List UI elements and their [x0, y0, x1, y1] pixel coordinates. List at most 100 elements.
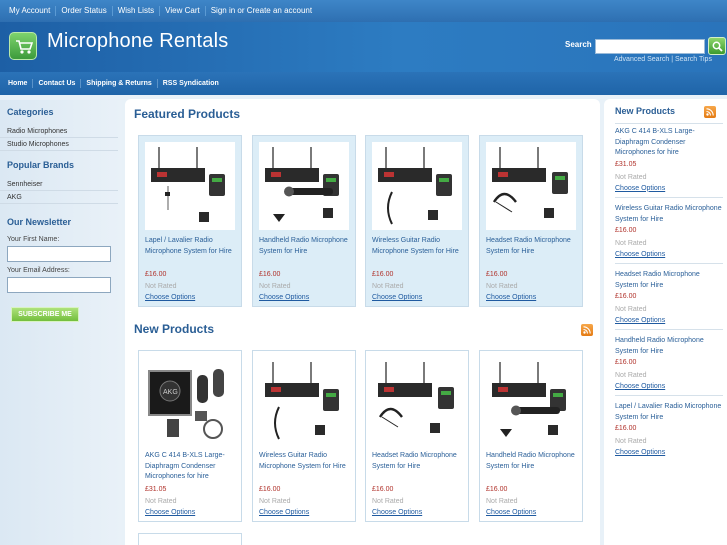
product-card[interactable]	[138, 533, 242, 545]
product-rating: Not Rated	[615, 438, 647, 445]
choose-options-link[interactable]: Choose Options	[366, 508, 468, 518]
product-rating: Not Rated	[145, 283, 177, 290]
advanced-search-link[interactable]: Advanced Search	[614, 56, 669, 63]
category-studio-microphones[interactable]: Studio Microphones	[0, 138, 118, 151]
product-image[interactable]	[486, 357, 576, 445]
right-sidebar: New Products AKG C 414 B-XLS Large-Diaph…	[604, 99, 727, 545]
product-name[interactable]: Lapel / Lavalier Radio Microphone System…	[139, 230, 241, 268]
product-price: £16.00	[259, 271, 281, 278]
product-name[interactable]: Handheld Radio Microphone System for Hir…	[253, 230, 355, 268]
product-card[interactable]: AKG AKG C 414 B-XLS Large-Diaphragm Cond…	[138, 350, 242, 522]
choose-options-link[interactable]: Choose Options	[615, 381, 723, 392]
svg-text:AKG: AKG	[163, 389, 178, 396]
product-image[interactable]	[145, 142, 235, 230]
list-item[interactable]: Wireless Guitar Radio Microphone System …	[615, 204, 723, 260]
shopping-cart-icon[interactable]	[9, 32, 37, 60]
product-image[interactable]	[486, 142, 576, 230]
choose-options-link[interactable]: Choose Options	[615, 249, 723, 260]
choose-options-link[interactable]: Choose Options	[615, 183, 723, 194]
rss-icon[interactable]	[581, 324, 593, 336]
list-item[interactable]: Handheld Radio Microphone System for Hir…	[615, 336, 723, 392]
categories-heading: Categories	[7, 107, 54, 117]
brands-heading: Popular Brands	[7, 160, 75, 170]
product-price: £16.00	[615, 293, 637, 300]
brand-sennheiser[interactable]: Sennheiser	[0, 178, 118, 191]
product-name[interactable]: AKG C 414 B-XLS Large-Diaphragm Condense…	[139, 445, 241, 483]
search-button[interactable]	[708, 37, 726, 55]
list-item[interactable]: AKG C 414 B-XLS Large-Diaphragm Condense…	[615, 127, 723, 194]
list-item[interactable]: Lapel / Lavalier Radio Microphone System…	[615, 402, 723, 458]
product-name[interactable]: AKG C 414 B-XLS Large-Diaphragm Condense…	[615, 127, 723, 159]
nav-contact-us[interactable]: Contact Us	[33, 79, 82, 88]
newsletter-heading: Our Newsletter	[7, 217, 72, 227]
view-cart-link[interactable]: View Cart	[160, 6, 206, 16]
product-card[interactable]: Handheld Radio Microphone System for Hir…	[252, 135, 356, 307]
choose-options-link[interactable]: Choose Options	[615, 447, 723, 458]
product-name[interactable]: Lapel / Lavalier Radio Microphone System…	[615, 402, 723, 423]
product-rating: Not Rated	[615, 306, 647, 313]
subscribe-button[interactable]: SUBSCRIBE ME	[11, 307, 79, 322]
product-card[interactable]: Headset Radio Microphone System for Hire…	[479, 135, 583, 307]
brand-akg[interactable]: AKG	[0, 191, 118, 204]
divider	[615, 263, 723, 264]
first-name-label: Your First Name:	[7, 236, 60, 243]
product-price: £16.00	[259, 486, 281, 493]
choose-options-link[interactable]: Choose Options	[139, 508, 241, 518]
nav-rss-syndication[interactable]: RSS Syndication	[158, 79, 224, 88]
product-name[interactable]: Wireless Guitar Radio Microphone System …	[253, 445, 355, 483]
rss-icon[interactable]	[704, 106, 716, 118]
search-tips-link[interactable]: Search Tips	[675, 56, 712, 63]
choose-options-link[interactable]: Choose Options	[480, 508, 582, 518]
product-card[interactable]: Wireless Guitar Radio Microphone System …	[252, 350, 356, 522]
main-nav: Home Contact Us Shipping & Returns RSS S…	[0, 72, 727, 95]
choose-options-link[interactable]: Choose Options	[253, 293, 355, 303]
nav-home[interactable]: Home	[3, 79, 34, 88]
product-name[interactable]: Headset Radio Microphone System for Hire	[480, 230, 582, 268]
product-image[interactable]	[259, 357, 349, 445]
product-name[interactable]: Wireless Guitar Radio Microphone System …	[615, 204, 723, 225]
product-card[interactable]: Handheld Radio Microphone System for Hir…	[479, 350, 583, 522]
nav-shipping-returns[interactable]: Shipping & Returns	[81, 79, 158, 88]
search-icon	[712, 41, 723, 52]
product-image[interactable]: AKG	[145, 357, 235, 445]
product-rating: Not Rated	[486, 283, 518, 290]
product-name[interactable]: Handheld Radio Microphone System for Hir…	[615, 336, 723, 357]
wish-lists-link[interactable]: Wish Lists	[113, 6, 161, 16]
first-name-field[interactable]	[7, 246, 111, 262]
product-rating: Not Rated	[259, 498, 291, 505]
my-account-link[interactable]: My Account	[4, 6, 57, 16]
list-item[interactable]: Headset Radio Microphone System for Hire…	[615, 270, 723, 326]
product-card[interactable]: Headset Radio Microphone System for Hire…	[365, 350, 469, 522]
product-rating: Not Rated	[145, 498, 177, 505]
email-field[interactable]	[7, 277, 111, 293]
product-image[interactable]	[372, 357, 462, 445]
divider	[615, 123, 723, 124]
category-radio-microphones[interactable]: Radio Microphones	[0, 125, 118, 138]
order-status-link[interactable]: Order Status	[56, 6, 113, 16]
choose-options-link[interactable]: Choose Options	[480, 293, 582, 303]
left-sidebar: Categories Radio Microphones Studio Micr…	[0, 100, 122, 545]
product-name[interactable]: Headset Radio Microphone System for Hire	[615, 270, 723, 291]
product-price: £16.00	[615, 227, 637, 234]
product-price: £16.00	[145, 271, 167, 278]
divider	[615, 395, 723, 396]
product-rating: Not Rated	[615, 240, 647, 247]
choose-options-link[interactable]: Choose Options	[366, 293, 468, 303]
product-rating: Not Rated	[615, 372, 647, 379]
product-card[interactable]: Wireless Guitar Radio Microphone System …	[365, 135, 469, 307]
site-title[interactable]: Microphone Rentals	[47, 30, 228, 53]
product-name[interactable]: Wireless Guitar Radio Microphone System …	[366, 230, 468, 268]
product-image[interactable]	[372, 142, 462, 230]
product-card[interactable]: Lapel / Lavalier Radio Microphone System…	[138, 135, 242, 307]
choose-options-link[interactable]: Choose Options	[253, 508, 355, 518]
choose-options-link[interactable]: Choose Options	[139, 293, 241, 303]
search-input[interactable]	[595, 39, 705, 54]
main-content: Featured Products Lapel / Lavalier Radio…	[125, 99, 600, 545]
product-name[interactable]: Handheld Radio Microphone System for Hir…	[480, 445, 582, 483]
product-rating: Not Rated	[259, 283, 291, 290]
product-image[interactable]	[259, 142, 349, 230]
sign-in-link[interactable]: Sign in or Create an account	[206, 6, 317, 16]
product-rating: Not Rated	[372, 498, 404, 505]
product-name[interactable]: Headset Radio Microphone System for Hire	[366, 445, 468, 483]
choose-options-link[interactable]: Choose Options	[615, 315, 723, 326]
